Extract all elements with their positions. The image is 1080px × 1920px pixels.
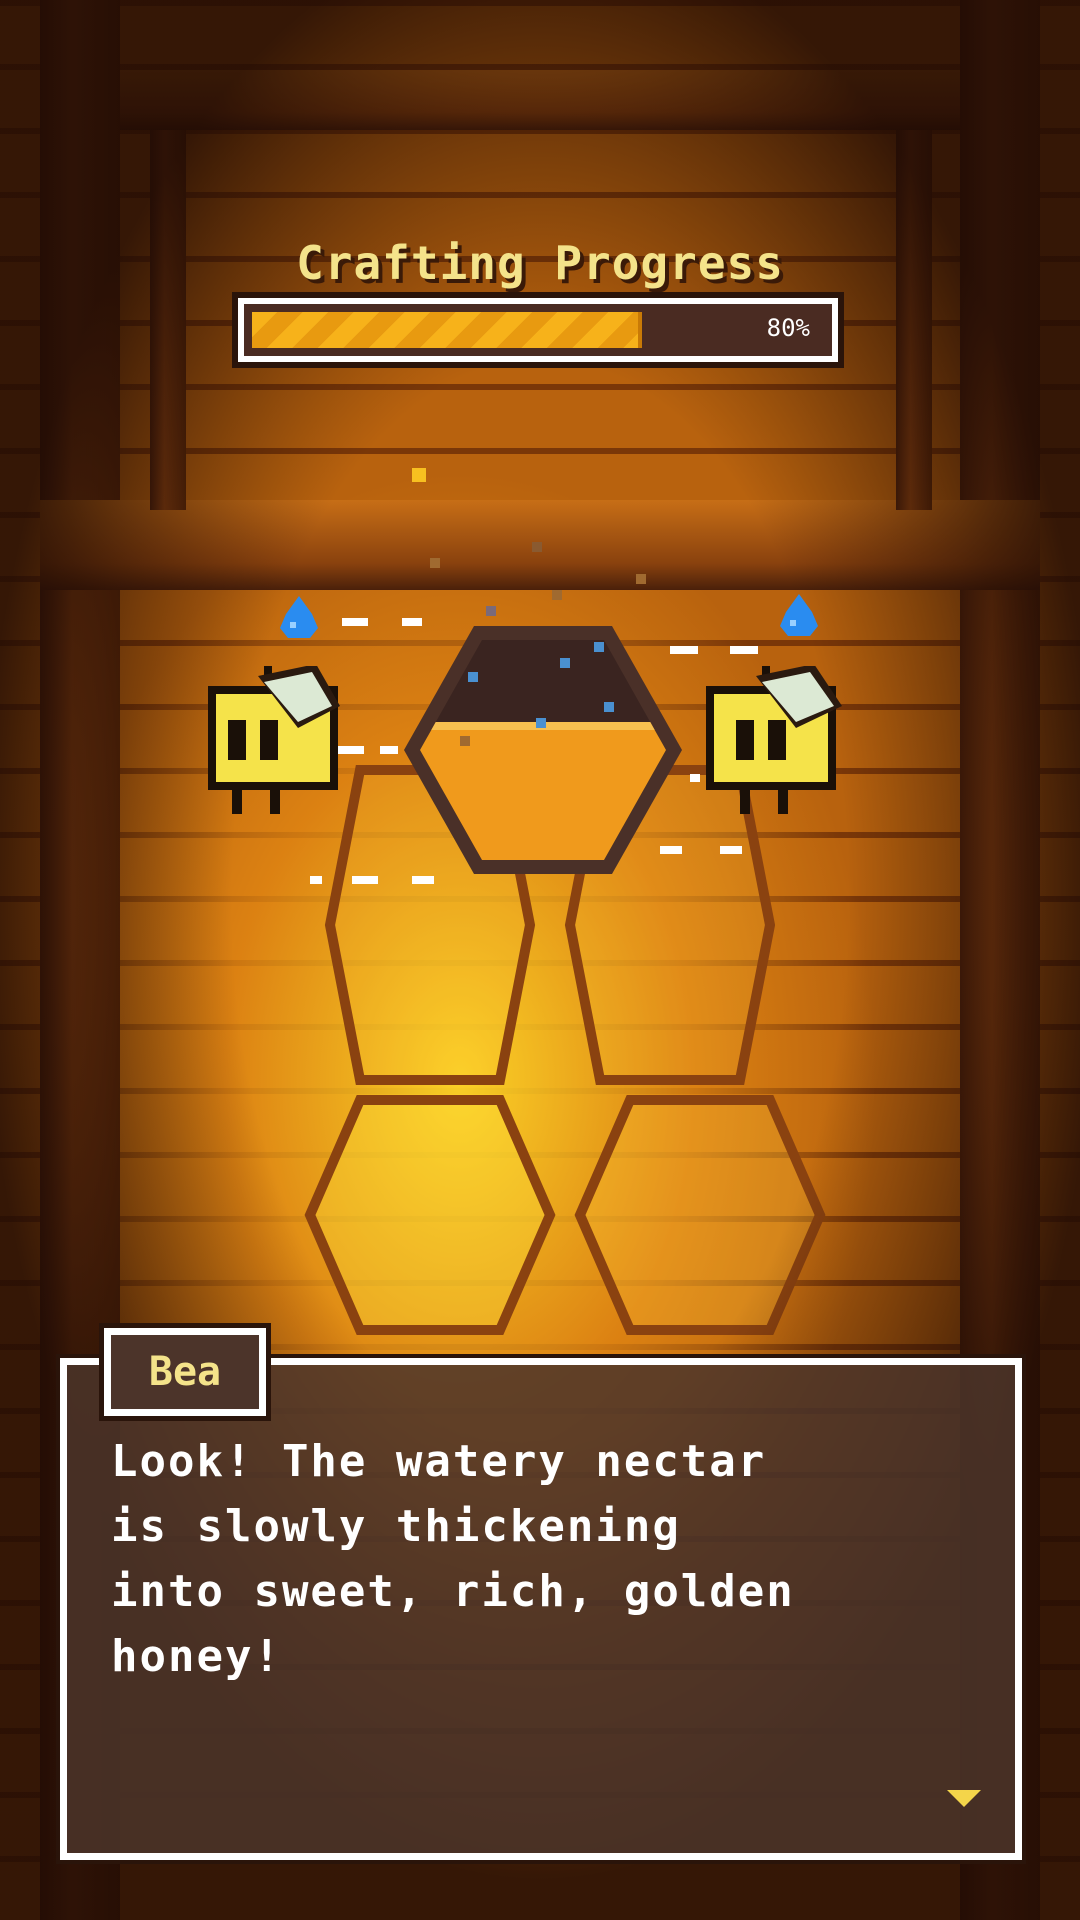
flow-dash — [730, 646, 758, 654]
crafting-progress-title: Crafting Progress — [296, 236, 784, 290]
honey-particle — [532, 542, 542, 552]
flow-dash — [310, 876, 322, 884]
honey-particle — [412, 468, 426, 482]
flow-dash — [720, 846, 742, 854]
honey-pot — [404, 626, 682, 874]
bee-left — [208, 666, 340, 814]
honey-particle — [636, 574, 646, 584]
flow-dash — [342, 618, 368, 626]
flow-dash — [670, 646, 698, 654]
crafting-progress-percent: 80% — [766, 314, 810, 342]
triangle-down-icon[interactable] — [947, 1790, 981, 1807]
flow-dash — [412, 876, 434, 884]
dialogue-text: Look! The watery nectar is slowly thicke… — [111, 1436, 795, 1682]
flow-dash — [660, 846, 682, 854]
flow-dash — [380, 746, 398, 754]
speaker-name: Bea — [148, 1349, 222, 1395]
bee-right — [706, 666, 842, 814]
crafting-progress-fill — [252, 312, 642, 348]
water-drop-icon — [280, 596, 318, 638]
crafting-progress-bar: 80% — [232, 292, 844, 368]
dialogue-box[interactable]: Look! The watery nectar is slowly thicke… — [56, 1354, 1026, 1864]
honey-particle — [430, 558, 440, 568]
honey-particle — [552, 590, 562, 600]
water-drop-icon — [780, 594, 818, 636]
honey-particle — [486, 606, 496, 616]
hive-scene: Crafting Progress 80% Look! The watery n… — [0, 0, 1080, 1920]
speaker-nameplate: Bea — [99, 1323, 271, 1421]
flow-dash — [402, 618, 422, 626]
flow-dash — [352, 876, 378, 884]
